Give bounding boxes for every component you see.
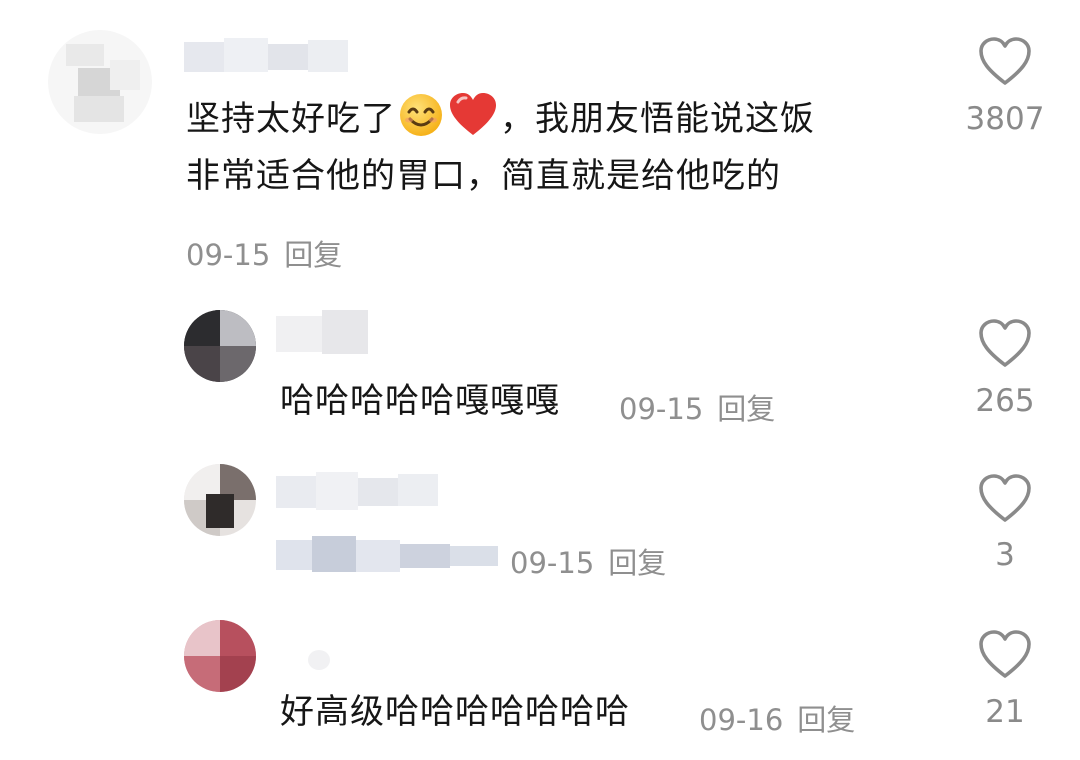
reply-text-blurred	[276, 532, 498, 580]
like-count: 21	[985, 694, 1025, 730]
heart-outline-icon	[979, 474, 1031, 522]
heart-outline-icon	[979, 630, 1031, 678]
like-count: 3	[995, 537, 1015, 573]
like-button[interactable]	[977, 473, 1033, 525]
comment-meta: 09-15 回复	[186, 232, 342, 274]
reply-text: 好高级哈哈哈哈哈哈哈	[280, 692, 630, 732]
comment-text-line2: 非常适合他的胃口，简直就是给他吃的	[186, 156, 781, 197]
comment-text-part2: ，我朋友悟能说这饭	[500, 99, 815, 139]
like-button[interactable]	[977, 629, 1033, 681]
avatar[interactable]	[184, 464, 256, 536]
comment-text-part1: 坚持太好吃了	[186, 99, 396, 139]
comment-date: 09-15	[186, 238, 271, 272]
avatar[interactable]	[48, 30, 152, 134]
reply-meta: 09-16 回复	[699, 697, 855, 739]
like-button[interactable]	[977, 36, 1033, 88]
reply-text: 哈哈哈哈哈嘎嘎嘎	[280, 381, 560, 421]
red-heart-icon	[448, 92, 498, 152]
username-blurred[interactable]	[276, 472, 438, 512]
reply-button[interactable]: 回复	[608, 546, 666, 580]
reply-meta: 09-15 回复	[619, 386, 775, 428]
like-button[interactable]	[977, 318, 1033, 370]
avatar[interactable]	[184, 620, 256, 692]
heart-outline-icon	[979, 319, 1031, 367]
username-blurred[interactable]	[184, 38, 348, 74]
smiling-face-icon	[398, 92, 444, 152]
reply-button[interactable]: 回复	[717, 392, 775, 426]
avatar[interactable]	[184, 310, 256, 382]
username-blurred[interactable]	[308, 650, 330, 670]
like-count: 3807	[965, 101, 1045, 137]
reply-date: 09-15	[619, 392, 704, 426]
comment-text: 坚持太好吃了 ，我朋友悟能说这饭 非常适合他的胃口，简直就是给他吃的	[186, 92, 815, 202]
reply-date: 09-15	[510, 546, 595, 580]
username-blurred[interactable]	[276, 310, 368, 358]
reply-button[interactable]: 回复	[797, 703, 855, 737]
like-count: 265	[975, 383, 1035, 419]
reply-date: 09-16	[699, 703, 784, 737]
heart-outline-icon	[979, 37, 1031, 85]
reply-button[interactable]: 回复	[284, 238, 342, 272]
reply-meta: 09-15 回复	[510, 540, 666, 582]
